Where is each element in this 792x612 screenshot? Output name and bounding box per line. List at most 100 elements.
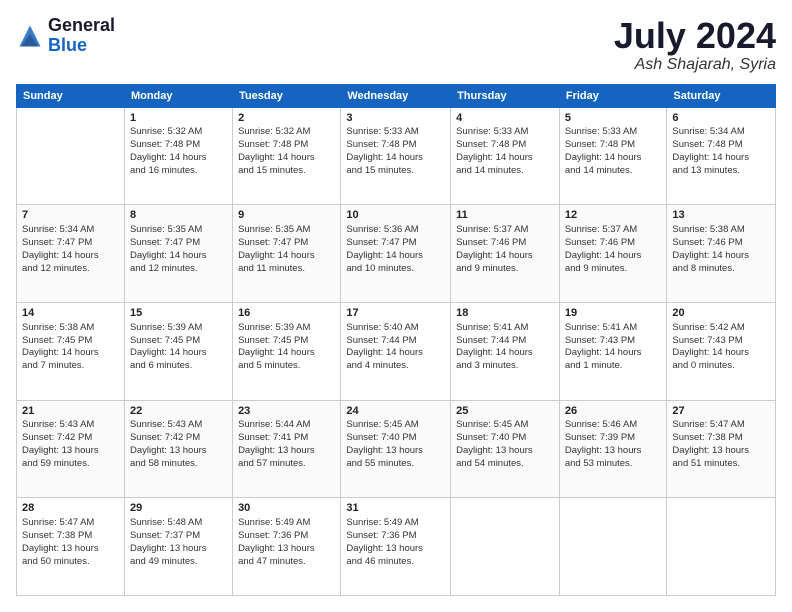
day-info: Sunrise: 5:37 AM Sunset: 7:46 PM Dayligh… [456, 224, 554, 275]
calendar-cell: 22Sunrise: 5:43 AM Sunset: 7:42 PM Dayli… [124, 400, 232, 498]
calendar-cell: 28Sunrise: 5:47 AM Sunset: 7:38 PM Dayli… [17, 498, 125, 596]
day-info: Sunrise: 5:34 AM Sunset: 7:48 PM Dayligh… [672, 126, 770, 177]
calendar-week-3: 21Sunrise: 5:43 AM Sunset: 7:42 PM Dayli… [17, 400, 776, 498]
header: General Blue July 2024 Ash Shajarah, Syr… [16, 16, 776, 74]
calendar-week-2: 14Sunrise: 5:38 AM Sunset: 7:45 PM Dayli… [17, 302, 776, 400]
calendar-cell: 19Sunrise: 5:41 AM Sunset: 7:43 PM Dayli… [559, 302, 667, 400]
day-info: Sunrise: 5:33 AM Sunset: 7:48 PM Dayligh… [565, 126, 662, 177]
calendar-cell: 7Sunrise: 5:34 AM Sunset: 7:47 PM Daylig… [17, 205, 125, 303]
day-info: Sunrise: 5:34 AM Sunset: 7:47 PM Dayligh… [22, 224, 119, 275]
day-info: Sunrise: 5:35 AM Sunset: 7:47 PM Dayligh… [238, 224, 335, 275]
calendar-cell: 13Sunrise: 5:38 AM Sunset: 7:46 PM Dayli… [667, 205, 776, 303]
day-number: 12 [565, 208, 662, 223]
day-info: Sunrise: 5:43 AM Sunset: 7:42 PM Dayligh… [22, 419, 119, 470]
day-info: Sunrise: 5:32 AM Sunset: 7:48 PM Dayligh… [238, 126, 335, 177]
day-info: Sunrise: 5:37 AM Sunset: 7:46 PM Dayligh… [565, 224, 662, 275]
calendar-cell [559, 498, 667, 596]
page: General Blue July 2024 Ash Shajarah, Syr… [0, 0, 792, 612]
day-info: Sunrise: 5:49 AM Sunset: 7:36 PM Dayligh… [238, 517, 335, 568]
logo-line2: Blue [48, 36, 115, 56]
calendar-cell: 15Sunrise: 5:39 AM Sunset: 7:45 PM Dayli… [124, 302, 232, 400]
calendar-cell: 27Sunrise: 5:47 AM Sunset: 7:38 PM Dayli… [667, 400, 776, 498]
day-header-sunday: Sunday [17, 84, 125, 107]
day-info: Sunrise: 5:33 AM Sunset: 7:48 PM Dayligh… [346, 126, 445, 177]
day-info: Sunrise: 5:45 AM Sunset: 7:40 PM Dayligh… [456, 419, 554, 470]
day-number: 27 [672, 404, 770, 419]
day-info: Sunrise: 5:39 AM Sunset: 7:45 PM Dayligh… [238, 322, 335, 373]
day-info: Sunrise: 5:49 AM Sunset: 7:36 PM Dayligh… [346, 517, 445, 568]
day-number: 26 [565, 404, 662, 419]
calendar-cell: 3Sunrise: 5:33 AM Sunset: 7:48 PM Daylig… [341, 107, 451, 205]
day-header-tuesday: Tuesday [233, 84, 341, 107]
calendar-cell [17, 107, 125, 205]
day-number: 11 [456, 208, 554, 223]
calendar-cell: 16Sunrise: 5:39 AM Sunset: 7:45 PM Dayli… [233, 302, 341, 400]
calendar-cell: 9Sunrise: 5:35 AM Sunset: 7:47 PM Daylig… [233, 205, 341, 303]
day-header-wednesday: Wednesday [341, 84, 451, 107]
calendar-week-0: 1Sunrise: 5:32 AM Sunset: 7:48 PM Daylig… [17, 107, 776, 205]
calendar-cell: 21Sunrise: 5:43 AM Sunset: 7:42 PM Dayli… [17, 400, 125, 498]
calendar-week-4: 28Sunrise: 5:47 AM Sunset: 7:38 PM Dayli… [17, 498, 776, 596]
day-info: Sunrise: 5:35 AM Sunset: 7:47 PM Dayligh… [130, 224, 227, 275]
calendar-cell: 2Sunrise: 5:32 AM Sunset: 7:48 PM Daylig… [233, 107, 341, 205]
calendar-cell: 25Sunrise: 5:45 AM Sunset: 7:40 PM Dayli… [451, 400, 560, 498]
title-block: July 2024 Ash Shajarah, Syria [614, 16, 776, 74]
day-number: 6 [672, 111, 770, 126]
day-header-saturday: Saturday [667, 84, 776, 107]
day-number: 25 [456, 404, 554, 419]
day-number: 19 [565, 306, 662, 321]
day-number: 28 [22, 501, 119, 516]
calendar-cell: 17Sunrise: 5:40 AM Sunset: 7:44 PM Dayli… [341, 302, 451, 400]
day-info: Sunrise: 5:41 AM Sunset: 7:44 PM Dayligh… [456, 322, 554, 373]
calendar-cell: 26Sunrise: 5:46 AM Sunset: 7:39 PM Dayli… [559, 400, 667, 498]
month-title: July 2024 [614, 16, 776, 56]
day-number: 23 [238, 404, 335, 419]
day-number: 16 [238, 306, 335, 321]
calendar-table: SundayMondayTuesdayWednesdayThursdayFrid… [16, 84, 776, 596]
calendar-cell: 20Sunrise: 5:42 AM Sunset: 7:43 PM Dayli… [667, 302, 776, 400]
day-info: Sunrise: 5:47 AM Sunset: 7:38 PM Dayligh… [22, 517, 119, 568]
calendar-cell: 5Sunrise: 5:33 AM Sunset: 7:48 PM Daylig… [559, 107, 667, 205]
day-header-monday: Monday [124, 84, 232, 107]
day-number: 20 [672, 306, 770, 321]
calendar-cell: 11Sunrise: 5:37 AM Sunset: 7:46 PM Dayli… [451, 205, 560, 303]
calendar-cell: 30Sunrise: 5:49 AM Sunset: 7:36 PM Dayli… [233, 498, 341, 596]
day-info: Sunrise: 5:46 AM Sunset: 7:39 PM Dayligh… [565, 419, 662, 470]
day-number: 5 [565, 111, 662, 126]
day-number: 13 [672, 208, 770, 223]
day-number: 3 [346, 111, 445, 126]
calendar-cell: 10Sunrise: 5:36 AM Sunset: 7:47 PM Dayli… [341, 205, 451, 303]
day-number: 21 [22, 404, 119, 419]
calendar-cell [451, 498, 560, 596]
day-number: 7 [22, 208, 119, 223]
day-number: 18 [456, 306, 554, 321]
day-number: 22 [130, 404, 227, 419]
calendar-cell: 8Sunrise: 5:35 AM Sunset: 7:47 PM Daylig… [124, 205, 232, 303]
calendar-header-row: SundayMondayTuesdayWednesdayThursdayFrid… [17, 84, 776, 107]
day-header-thursday: Thursday [451, 84, 560, 107]
day-info: Sunrise: 5:44 AM Sunset: 7:41 PM Dayligh… [238, 419, 335, 470]
calendar-cell: 31Sunrise: 5:49 AM Sunset: 7:36 PM Dayli… [341, 498, 451, 596]
day-info: Sunrise: 5:45 AM Sunset: 7:40 PM Dayligh… [346, 419, 445, 470]
calendar-week-1: 7Sunrise: 5:34 AM Sunset: 7:47 PM Daylig… [17, 205, 776, 303]
calendar-cell: 1Sunrise: 5:32 AM Sunset: 7:48 PM Daylig… [124, 107, 232, 205]
day-info: Sunrise: 5:40 AM Sunset: 7:44 PM Dayligh… [346, 322, 445, 373]
day-number: 14 [22, 306, 119, 321]
day-number: 29 [130, 501, 227, 516]
day-info: Sunrise: 5:32 AM Sunset: 7:48 PM Dayligh… [130, 126, 227, 177]
calendar-cell: 6Sunrise: 5:34 AM Sunset: 7:48 PM Daylig… [667, 107, 776, 205]
day-number: 17 [346, 306, 445, 321]
calendar-cell [667, 498, 776, 596]
day-number: 15 [130, 306, 227, 321]
logo-icon [16, 22, 44, 50]
day-number: 1 [130, 111, 227, 126]
day-info: Sunrise: 5:43 AM Sunset: 7:42 PM Dayligh… [130, 419, 227, 470]
day-info: Sunrise: 5:41 AM Sunset: 7:43 PM Dayligh… [565, 322, 662, 373]
logo-line1: General [48, 16, 115, 36]
location-title: Ash Shajarah, Syria [614, 56, 776, 74]
day-info: Sunrise: 5:33 AM Sunset: 7:48 PM Dayligh… [456, 126, 554, 177]
day-info: Sunrise: 5:38 AM Sunset: 7:46 PM Dayligh… [672, 224, 770, 275]
calendar-cell: 14Sunrise: 5:38 AM Sunset: 7:45 PM Dayli… [17, 302, 125, 400]
day-number: 31 [346, 501, 445, 516]
day-number: 4 [456, 111, 554, 126]
